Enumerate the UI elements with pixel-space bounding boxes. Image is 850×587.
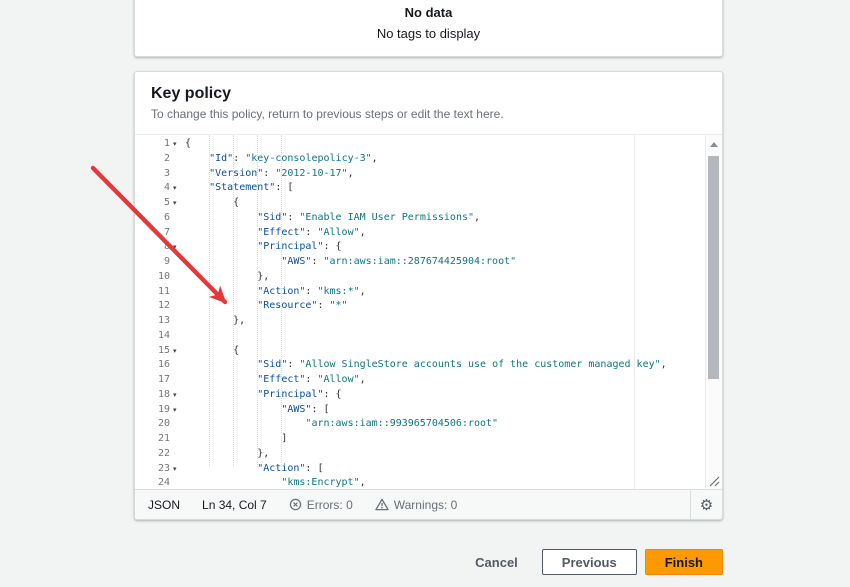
code-line[interactable]: 7 "Effect": "Allow", [135, 226, 722, 241]
scroll-up-arrow-icon[interactable] [710, 142, 718, 147]
error-circle-icon [289, 498, 302, 511]
warnings-count-label: Warnings: 0 [394, 498, 458, 512]
code-line[interactable]: 13 }, [135, 314, 722, 329]
cancel-button[interactable]: Cancel [475, 555, 518, 570]
line-number: 19▾ [135, 403, 185, 418]
code-line[interactable]: 5▾ { [135, 196, 722, 211]
code-line[interactable]: 10 }, [135, 270, 722, 285]
key-policy-title: Key policy [151, 85, 706, 103]
line-number: 7 [135, 226, 185, 241]
wizard-footer: Cancel Previous Finish [134, 549, 723, 575]
code-line[interactable]: 9 "AWS": "arn:aws:iam::287674425904:root… [135, 255, 722, 270]
warning-triangle-icon [375, 498, 389, 511]
code-line[interactable]: 17 "Effect": "Allow", [135, 373, 722, 388]
code-line[interactable]: 18▾ "Principal": { [135, 388, 722, 403]
editor-settings-button[interactable]: ⚙ [690, 490, 722, 519]
editor-vertical-scrollbar[interactable] [705, 135, 722, 489]
fold-caret-icon[interactable]: ▾ [170, 388, 185, 403]
code-line[interactable]: 8▾ "Principal": { [135, 240, 722, 255]
code-line[interactable]: 2 "Id": "key-consolepolicy-3", [135, 152, 722, 167]
code-line[interactable]: 22 }, [135, 447, 722, 462]
warnings-status: Warnings: 0 [375, 498, 458, 512]
previous-button[interactable]: Previous [542, 549, 637, 575]
line-number: 22 [135, 447, 185, 462]
code-line[interactable]: 24 "kms:Encrypt", [135, 476, 722, 489]
fold-caret-icon[interactable]: ▾ [170, 344, 185, 359]
code-line[interactable]: 4▾ "Statement": [ [135, 181, 722, 196]
fold-caret-icon[interactable]: ▾ [170, 181, 185, 196]
line-number: 13 [135, 314, 185, 329]
line-number: 8▾ [135, 240, 185, 255]
no-data-title: No data [405, 5, 453, 20]
finish-button[interactable]: Finish [645, 549, 723, 575]
line-number: 1▾ [135, 137, 185, 152]
editor-resize-handle-icon[interactable] [709, 476, 720, 487]
code-line[interactable]: 14 [135, 329, 722, 344]
page: No data No tags to display Key policy To… [0, 0, 850, 587]
line-number: 11 [135, 285, 185, 300]
fold-caret-icon[interactable]: ▾ [170, 137, 185, 152]
policy-code-editor[interactable]: 1▾{2 "Id": "key-consolepolicy-3",3 "Vers… [135, 134, 722, 489]
line-number: 10 [135, 270, 185, 285]
key-policy-header: Key policy To change this policy, return… [135, 72, 722, 134]
line-number: 21 [135, 432, 185, 447]
scrollbar-thumb[interactable] [708, 156, 719, 379]
line-number: 6 [135, 211, 185, 226]
line-number: 12 [135, 299, 185, 314]
code-line[interactable]: 3 "Version": "2012-10-17", [135, 167, 722, 182]
errors-count-label: Errors: 0 [307, 498, 353, 512]
line-number: 17 [135, 373, 185, 388]
line-number: 3 [135, 167, 185, 182]
code-line[interactable]: 1▾{ [135, 137, 722, 152]
code-line[interactable]: 6 "Sid": "Enable IAM User Permissions", [135, 211, 722, 226]
errors-status: Errors: 0 [289, 498, 353, 512]
line-number: 16 [135, 358, 185, 373]
code-line[interactable]: 20 "arn:aws:iam::993965704506:root" [135, 417, 722, 432]
line-number: 4▾ [135, 181, 185, 196]
fold-caret-icon[interactable]: ▾ [170, 462, 185, 477]
no-tags-message: No tags to display [377, 26, 480, 41]
line-number: 15▾ [135, 344, 185, 359]
line-number: 9 [135, 255, 185, 270]
line-number: 24 [135, 476, 185, 489]
code-line[interactable]: 21 ] [135, 432, 722, 447]
code-line[interactable]: 15▾ { [135, 344, 722, 359]
fold-caret-icon[interactable]: ▾ [170, 240, 185, 255]
code-line[interactable]: 19▾ "AWS": [ [135, 403, 722, 418]
editor-language-label: JSON [148, 498, 180, 512]
line-number: 20 [135, 417, 185, 432]
editor-status-bar: JSON Ln 34, Col 7 Errors: 0 Warnings [135, 489, 722, 519]
line-number: 5▾ [135, 196, 185, 211]
key-policy-description: To change this policy, return to previou… [151, 107, 706, 121]
code-line[interactable]: 12 "Resource": "*" [135, 299, 722, 314]
tags-empty-card: No data No tags to display [134, 0, 723, 57]
line-number: 18▾ [135, 388, 185, 403]
fold-caret-icon[interactable]: ▾ [170, 196, 185, 211]
line-number: 14 [135, 329, 185, 344]
code-line[interactable]: 11 "Action": "kms:*", [135, 285, 722, 300]
line-number: 2 [135, 152, 185, 167]
gear-icon: ⚙ [700, 496, 713, 514]
fold-caret-icon[interactable]: ▾ [170, 403, 185, 418]
code-line[interactable]: 16 "Sid": "Allow SingleStore accounts us… [135, 358, 722, 373]
code-lines: 1▾{2 "Id": "key-consolepolicy-3",3 "Vers… [135, 135, 722, 489]
cursor-position-label: Ln 34, Col 7 [202, 498, 267, 512]
line-number: 23▾ [135, 462, 185, 477]
code-line[interactable]: 23▾ "Action": [ [135, 462, 722, 477]
key-policy-card: Key policy To change this policy, return… [134, 71, 723, 520]
